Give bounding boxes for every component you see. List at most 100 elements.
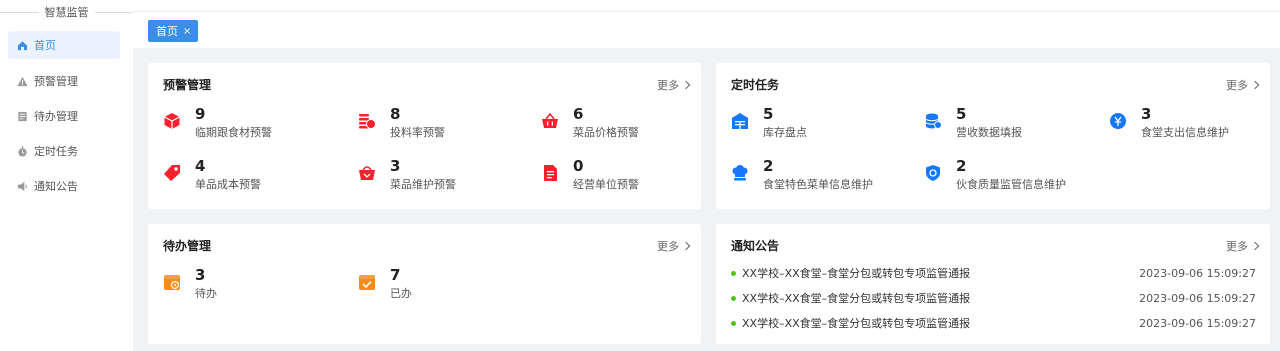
chevron-right-icon	[681, 241, 691, 251]
stat-label: 临期跟食材预警	[195, 126, 272, 139]
stat-item[interactable]: 5 库存盘点	[731, 106, 807, 140]
divider	[94, 11, 133, 13]
dashboard-content: 预警管理 更多 9 临期跟食材预警 8 投料率预警 6 菜品价格预警 4 单品成本预警 …	[133, 48, 1280, 351]
card-title: 定时任务	[731, 78, 780, 92]
notice-date: 2023-09-06 15:09:27	[1139, 316, 1256, 330]
stat-value: 4	[195, 157, 206, 175]
basket-icon	[542, 112, 558, 128]
stat-label: 伙食质量监管信息维护	[956, 178, 1066, 191]
notice-title: XX学校–XX食堂–食堂分包或转包专项监管通报	[742, 317, 971, 330]
sidebar-item-warning[interactable]: 预警管理	[8, 67, 120, 95]
chef-hat-icon	[732, 165, 748, 181]
shield-icon	[926, 165, 940, 181]
bullet-dot-icon	[731, 295, 736, 301]
cube-icon	[164, 113, 180, 129]
notice-date: 2023-09-06 15:09:27	[1139, 291, 1256, 305]
chevron-right-icon	[1250, 241, 1260, 251]
stat-value: 2	[956, 157, 967, 175]
chevron-right-icon	[1250, 80, 1260, 90]
stat-value: 6	[573, 105, 584, 123]
stat-item[interactable]: 4 单品成本预警	[163, 158, 261, 192]
notices-card: 通知公告 更多 XX学校–XX食堂–食堂分包或转包专项监管通报 2023-09-…	[716, 224, 1270, 344]
stat-value: 8	[390, 105, 401, 123]
sidebar-item-home[interactable]: 首页	[8, 31, 120, 59]
stat-value: 9	[195, 105, 206, 123]
stat-label: 投料率预警	[390, 126, 445, 139]
card-title: 待办管理	[163, 239, 212, 253]
stat-label: 食堂特色菜单信息维护	[763, 178, 873, 191]
stat-value: 3	[1141, 105, 1152, 123]
warning-icon	[16, 75, 28, 87]
notice-title: XX学校–XX食堂–食堂分包或转包专项监管通报	[742, 267, 971, 280]
divider	[0, 11, 39, 13]
stat-label: 营收数据填报	[956, 126, 1022, 139]
stat-item[interactable]: 3 菜品维护预警	[358, 158, 456, 192]
notice-date: 2023-09-06 15:09:27	[1139, 266, 1256, 280]
tab-label: 首页	[156, 25, 178, 38]
stat-item[interactable]: 9 临期跟食材预警	[163, 106, 272, 140]
chevron-right-icon	[681, 80, 691, 90]
sidebar-title: 智慧监管	[44, 6, 89, 19]
bullet-dot-icon	[731, 320, 736, 326]
stat-label: 经营单位预警	[573, 178, 639, 191]
stat-value: 5	[763, 105, 774, 123]
sidebar-item-label: 首页	[34, 39, 56, 52]
stat-item[interactable]: 3 待办	[163, 267, 217, 301]
timer-icon	[16, 145, 28, 157]
database-icon	[925, 113, 942, 129]
stat-label: 库存盘点	[763, 126, 807, 139]
stat-label: 已办	[390, 287, 412, 300]
top-bar	[133, 0, 1280, 12]
sidebar: 智慧监管 首页 预警管理 待办管理 定时任务 通知公告	[0, 0, 133, 351]
more-link[interactable]: 更多	[1226, 77, 1260, 93]
stat-item[interactable]: 7 已办	[358, 267, 412, 301]
stat-value: 0	[573, 157, 584, 175]
notice-item[interactable]: XX学校–XX食堂–食堂分包或转包专项监管通报 2023-09-06 15:09…	[731, 290, 1256, 306]
close-icon[interactable]: ×	[183, 26, 191, 37]
stat-label: 菜品维护预警	[390, 178, 456, 191]
card-title: 预警管理	[163, 78, 212, 92]
todo-card: 待办管理 更多 3 待办 7 已办	[148, 224, 701, 344]
stat-value: 7	[390, 266, 401, 284]
stat-label: 菜品价格预警	[573, 126, 639, 139]
sidebar-item-label: 预警管理	[34, 75, 78, 88]
bullet-dot-icon	[731, 270, 736, 276]
announcement-icon	[16, 180, 28, 192]
card-title: 通知公告	[731, 239, 780, 253]
todo-icon	[16, 110, 28, 122]
stat-item[interactable]: 6 菜品价格预警	[541, 106, 639, 140]
stat-label: 单品成本预警	[195, 178, 261, 191]
stat-value: 2	[763, 157, 774, 175]
done-icon	[359, 275, 375, 290]
warning-card: 预警管理 更多 9 临期跟食材预警 8 投料率预警 6 菜品价格预警 4 单品成本预警 …	[148, 63, 701, 209]
stat-value: 3	[390, 157, 401, 175]
stat-item[interactable]: 0 经营单位预警	[541, 158, 639, 192]
sidebar-item-label: 待办管理	[34, 110, 78, 123]
more-link[interactable]: 更多	[1226, 238, 1260, 254]
notice-item[interactable]: XX学校–XX食堂–食堂分包或转包专项监管通报 2023-09-06 15:09…	[731, 315, 1256, 331]
notice-title: XX学校–XX食堂–食堂分包或转包专项监管通报	[742, 292, 971, 305]
pending-icon	[164, 275, 180, 290]
stat-label: 食堂支出信息维护	[1141, 126, 1229, 139]
sidebar-item-announcement[interactable]: 通知公告	[8, 172, 120, 200]
stat-value: 3	[195, 266, 206, 284]
tasks-card: 定时任务 更多 5 库存盘点 5 营收数据填报 3 食堂支出信息维护 2 食堂特色菜单信…	[716, 63, 1270, 209]
warehouse-icon	[732, 113, 748, 129]
document-icon	[544, 165, 557, 181]
stat-value: 5	[956, 105, 967, 123]
wallet-icon	[1110, 113, 1126, 129]
stat-item[interactable]: 5 营收数据填报	[924, 106, 1022, 140]
sidebar-header: 智慧监管	[0, 4, 133, 20]
notice-item[interactable]: XX学校–XX食堂–食堂分包或转包专项监管通报 2023-09-06 15:09…	[731, 265, 1256, 281]
sidebar-item-timer[interactable]: 定时任务	[8, 137, 120, 165]
stat-item[interactable]: 8 投料率预警	[358, 106, 445, 140]
stat-item[interactable]: 2 食堂特色菜单信息维护	[731, 158, 873, 192]
stat-item[interactable]: 3 食堂支出信息维护	[1109, 106, 1229, 140]
stat-item[interactable]: 2 伙食质量监管信息维护	[924, 158, 1066, 192]
bowl-icon	[359, 166, 375, 180]
more-link[interactable]: 更多	[657, 77, 691, 93]
sidebar-item-todo[interactable]: 待办管理	[8, 102, 120, 130]
tab-home[interactable]: 首页 ×	[148, 20, 199, 42]
tag-icon	[164, 165, 180, 181]
more-link[interactable]: 更多	[657, 238, 691, 254]
